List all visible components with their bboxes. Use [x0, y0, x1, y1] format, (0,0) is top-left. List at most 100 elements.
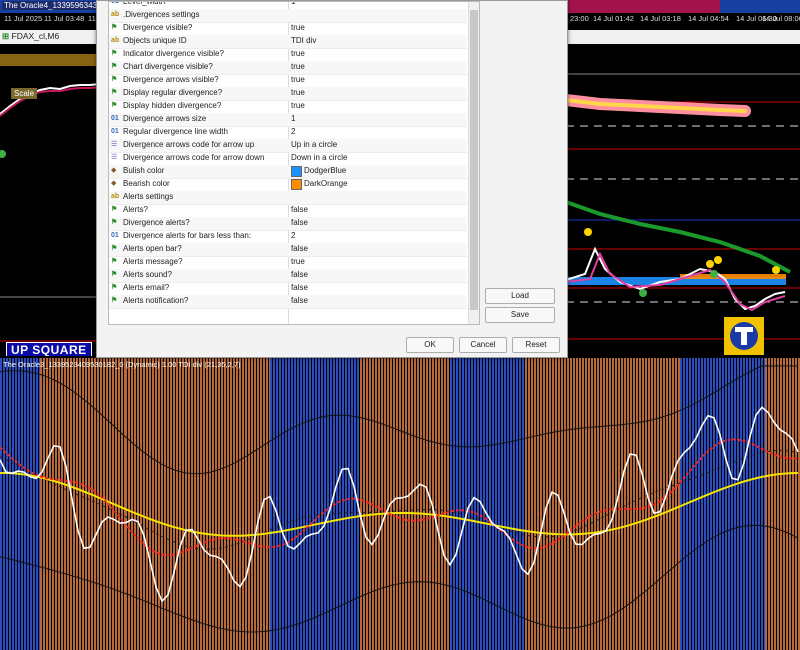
histogram-bar: [121, 358, 123, 650]
param-value[interactable]: 1: [291, 114, 295, 123]
oscillator-label: The Oracle3_1339523409530182_0 (Dynamic)…: [3, 360, 241, 369]
reset-button[interactable]: Reset: [512, 337, 560, 353]
signal-dot: [0, 150, 6, 158]
histogram-bar: [173, 358, 175, 650]
parameters-table[interactable]: 01 Level_width 1 ab .Divergences settings ⚑ Di…: [108, 1, 480, 325]
histogram-bar: [441, 358, 443, 650]
color-swatch[interactable]: [291, 179, 302, 190]
histogram-bar: [489, 358, 491, 650]
number-type-icon: 01: [111, 1, 119, 5]
histogram-bar: [342, 358, 344, 650]
bool-type-icon: ⚑: [111, 50, 118, 57]
param-value[interactable]: true: [291, 88, 305, 97]
param-value[interactable]: DodgerBlue: [304, 166, 346, 175]
param-value[interactable]: 1: [291, 2, 295, 6]
histogram-bar: [46, 358, 48, 650]
param-value[interactable]: 2: [291, 231, 295, 240]
param-row[interactable]: ⚑ Divergence visible? true: [109, 22, 467, 36]
param-row[interactable]: ⚑ Display regular divergence? true: [109, 87, 467, 101]
param-row[interactable]: ⚑ Chart divergence visible? true: [109, 61, 467, 75]
param-row[interactable]: 01 Divergence alerts for bars less than: 2: [109, 230, 467, 244]
histogram-bar: [486, 358, 488, 650]
param-row[interactable]: ⚑ Alerts? false: [109, 204, 467, 218]
time-label: 11 Jul 03:48: [44, 14, 85, 23]
param-row[interactable]: ab Objects unique ID TDI div: [109, 35, 467, 49]
symbol-tab[interactable]: ⊞ FDAX_cl,M6: [2, 31, 59, 42]
param-row[interactable]: ⚑ Alerts notification? false: [109, 295, 467, 309]
histogram-bar: [543, 358, 545, 650]
scrollbar-thumb[interactable]: [470, 10, 478, 310]
param-value[interactable]: Up in a circle: [291, 140, 337, 149]
param-row[interactable]: 01 Regular divergence line width 2: [109, 126, 467, 140]
param-row[interactable]: ◆ Bearish color DarkOrange: [109, 178, 467, 192]
histogram-bar: [689, 358, 691, 650]
param-row[interactable]: ◆ Bulish color DodgerBlue: [109, 165, 467, 179]
param-value[interactable]: false: [291, 244, 308, 253]
histogram-bar: [588, 358, 590, 650]
histogram-bar: [507, 358, 509, 650]
param-row[interactable]: ☰ Divergence arrows code for arrow down Do…: [109, 152, 467, 166]
up-square-label: UP SQUARE: [6, 342, 92, 356]
param-row[interactable]: ⚑ Alerts message? true: [109, 256, 467, 270]
vertical-scrollbar[interactable]: [468, 2, 479, 324]
param-row[interactable]: ab .Divergences settings: [109, 9, 467, 23]
color-swatch[interactable]: [291, 166, 302, 177]
histogram-bar: [282, 358, 284, 650]
save-button[interactable]: Save: [485, 307, 555, 323]
param-row[interactable]: ⚑ Alerts open bar? false: [109, 243, 467, 257]
param-value[interactable]: false: [291, 283, 308, 292]
histogram-bar: [408, 358, 410, 650]
scale-label[interactable]: Scale: [11, 88, 38, 99]
histogram-bar: [6, 358, 8, 650]
histogram-bar: [191, 358, 193, 650]
histogram-bar: [363, 358, 365, 650]
histogram-bar: [242, 358, 244, 650]
param-value[interactable]: false: [291, 205, 308, 214]
time-label: 14 Jul 08:06: [762, 14, 800, 23]
param-value[interactable]: TDI div: [291, 36, 316, 45]
param-row[interactable]: 01 Divergence arrows size 1: [109, 113, 467, 127]
param-row[interactable]: ⚑ Alerts sound? false: [109, 269, 467, 283]
param-row[interactable]: ⚑ Divergence arrows visible? true: [109, 74, 467, 88]
histogram-bar: [248, 358, 250, 650]
param-row[interactable]: ⚑ Indicator divergence visible? true: [109, 48, 467, 62]
histogram-bar: [639, 358, 641, 650]
param-row[interactable]: ⚑ Display hidden divergence? true: [109, 100, 467, 114]
param-value[interactable]: false: [291, 296, 308, 305]
param-value[interactable]: true: [291, 101, 305, 110]
histogram-bar: [215, 358, 217, 650]
param-value[interactable]: Down in a circle: [291, 153, 347, 162]
param-row[interactable]: ⚑ Divergence alerts? false: [109, 217, 467, 231]
param-value[interactable]: false: [291, 218, 308, 227]
indicator-properties-dialog[interactable]: 01 Level_width 1 ab .Divergences settings ⚑ Di…: [96, 0, 568, 358]
histogram-bar: [67, 358, 69, 650]
cancel-button[interactable]: Cancel: [459, 337, 507, 353]
histogram-bar: [327, 358, 329, 650]
histogram-bar: [609, 358, 611, 650]
time-label: 23:00: [570, 14, 589, 23]
param-row[interactable]: ab Alerts settings: [109, 191, 467, 205]
param-value[interactable]: true: [291, 49, 305, 58]
param-name: Display hidden divergence?: [123, 101, 222, 110]
histogram-bar: [657, 358, 659, 650]
bool-type-icon: ⚑: [111, 206, 118, 213]
param-row[interactable]: ☰ Divergence arrows code for arrow up Up i…: [109, 139, 467, 153]
tdi-oscillator-panel[interactable]: The Oracle3_1339523409530182_0 (Dynamic)…: [0, 358, 800, 650]
param-value[interactable]: true: [291, 257, 305, 266]
histogram-bar: [393, 358, 395, 650]
param-value[interactable]: true: [291, 75, 305, 84]
param-value[interactable]: true: [291, 23, 305, 32]
param-value[interactable]: false: [291, 270, 308, 279]
param-value[interactable]: 2: [291, 127, 295, 136]
histogram-bar: [161, 358, 163, 650]
param-name: Divergence alerts?: [123, 218, 190, 227]
param-value[interactable]: DarkOrange: [304, 179, 348, 188]
ok-button[interactable]: OK: [406, 337, 454, 353]
param-value[interactable]: true: [291, 62, 305, 71]
histogram-bar: [444, 358, 446, 650]
param-name: Indicator divergence visible?: [123, 49, 224, 58]
histogram-bar: [474, 358, 476, 650]
load-button[interactable]: Load: [485, 288, 555, 304]
param-row[interactable]: ⚑ Alerts email? false: [109, 282, 467, 296]
histogram-bar: [558, 358, 560, 650]
